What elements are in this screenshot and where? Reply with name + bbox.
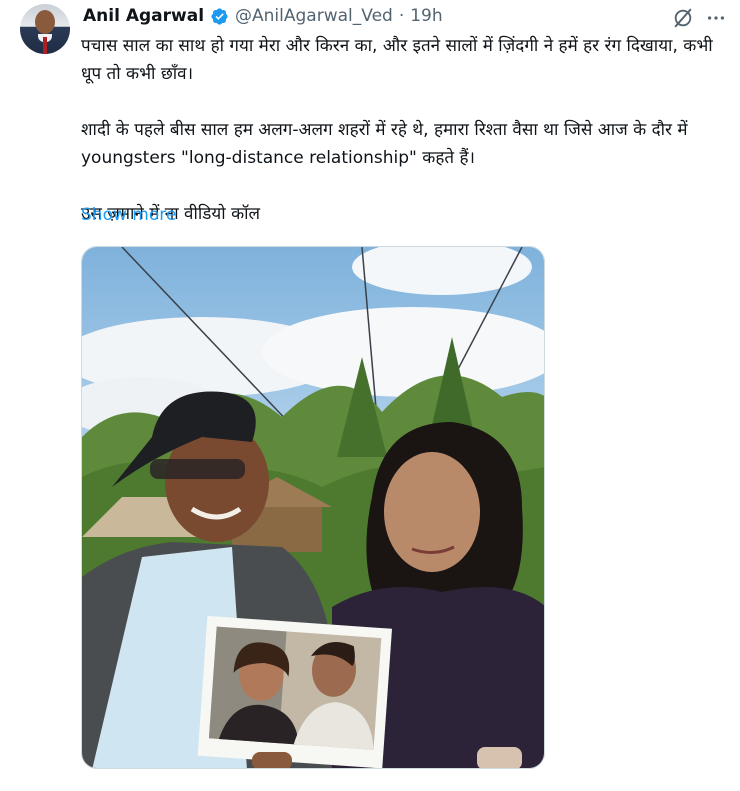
post-header: Anil Agarwal @AnilAgarwal_Ved · 19h	[83, 2, 443, 30]
post-photo[interactable]	[81, 246, 545, 769]
post-paragraph: पचास साल का साथ हो गया मेरा और किरन का, …	[81, 36, 713, 84]
avatar-tie	[43, 37, 47, 54]
grok-icon[interactable]	[671, 6, 695, 30]
avatar-face	[35, 10, 55, 34]
show-more-link[interactable]: Show more	[81, 205, 176, 225]
post-paragraph: उस ज़माने में ना वीडियो कॉल	[81, 204, 261, 224]
separator-dot: ·	[398, 6, 405, 26]
held-old-photo	[197, 615, 393, 768]
post-text: पचास साल का साथ हो गया मेरा और किरन का, …	[81, 32, 721, 228]
author-avatar[interactable]	[20, 4, 70, 54]
hand	[252, 752, 292, 768]
more-options-icon[interactable]	[704, 6, 728, 30]
man-sunglasses	[150, 459, 245, 479]
verified-badge-icon[interactable]	[210, 7, 229, 26]
author-name[interactable]: Anil Agarwal	[83, 6, 204, 26]
post-time[interactable]: 19h	[410, 6, 442, 26]
author-handle[interactable]: @AnilAgarwal_Ved	[235, 6, 393, 26]
hand	[477, 747, 522, 768]
post-paragraph: शादी के पहले बीस साल हम अलग-अलग शहरों मे…	[81, 120, 688, 168]
